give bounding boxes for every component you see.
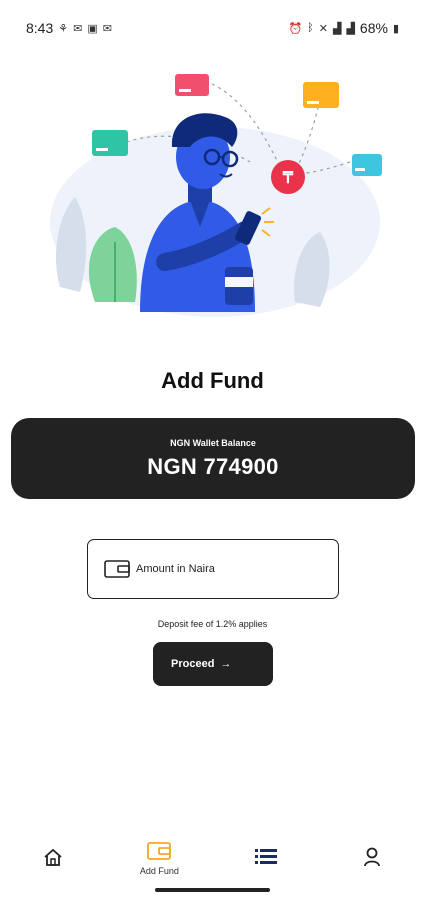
alarm-icon: ⏰ <box>288 22 303 35</box>
payment-card-red <box>175 74 209 96</box>
status-bar-left: 8:43 ⚘ ✉ ▣ ✉ <box>26 20 112 36</box>
battery-icon: ▮ <box>392 22 399 35</box>
mail-icon: ✉ <box>73 22 83 35</box>
lte-signal-icon: ▟ <box>332 22 342 35</box>
deposit-fee-note: Deposit fee of 1.2% applies <box>157 619 268 629</box>
notification-icon: ⚘ <box>58 22 69 35</box>
battery-percentage: 68% <box>359 20 388 36</box>
payment-card-cyan <box>352 154 382 176</box>
amount-input[interactable] <box>134 562 328 576</box>
home-icon <box>44 848 62 866</box>
wallet-balance-card: NGN Wallet Balance NGN 774900 <box>11 418 415 499</box>
signal-icon: ▟ <box>346 22 355 35</box>
nav-label-add-fund: Add Fund <box>139 866 179 876</box>
wallet-balance-amount: NGN 774900 <box>147 454 279 479</box>
payment-logo-icon: ₸ <box>271 160 305 194</box>
user-icon <box>363 847 380 867</box>
bluetooth-icon: ᛒ <box>307 22 314 34</box>
mute-icon: ✕ <box>318 22 328 35</box>
hero-illustration: ₸ <box>50 74 382 317</box>
amount-field[interactable] <box>87 539 339 599</box>
status-bar-right: ⏰ ᛒ ✕ ▟ ▟ 68% ▮ <box>288 20 399 36</box>
payment-card-yellow <box>303 82 339 108</box>
list-icon <box>254 849 277 864</box>
status-time: 8:43 <box>26 20 54 36</box>
proceed-button[interactable]: Proceed → <box>153 642 273 686</box>
payment-card-teal <box>92 130 128 156</box>
nav-item-transactions[interactable] <box>226 832 306 868</box>
svg-text:₸: ₸ <box>282 170 294 187</box>
gesture-bar[interactable] <box>155 888 270 892</box>
status-bar: 8:43 ⚘ ✉ ▣ ✉ ⏰ ᛒ ✕ ▟ ▟ 68% ▮ <box>0 0 425 56</box>
wallet-icon <box>147 842 172 860</box>
image-icon: ▣ <box>87 22 98 35</box>
nav-item-profile[interactable] <box>332 832 412 868</box>
bottom-navigation: Add Fund <box>0 832 425 882</box>
wallet-balance-label: NGN Wallet Balance <box>170 438 256 448</box>
proceed-button-label: Proceed <box>171 658 215 670</box>
wallet-icon <box>104 560 130 578</box>
page-title: Add Fund <box>161 368 264 393</box>
arrow-right-icon: → <box>220 658 232 670</box>
nav-item-home[interactable] <box>13 832 93 868</box>
nav-item-add-fund[interactable]: Add Fund <box>119 832 199 876</box>
mail-icon: ✉ <box>102 22 112 35</box>
